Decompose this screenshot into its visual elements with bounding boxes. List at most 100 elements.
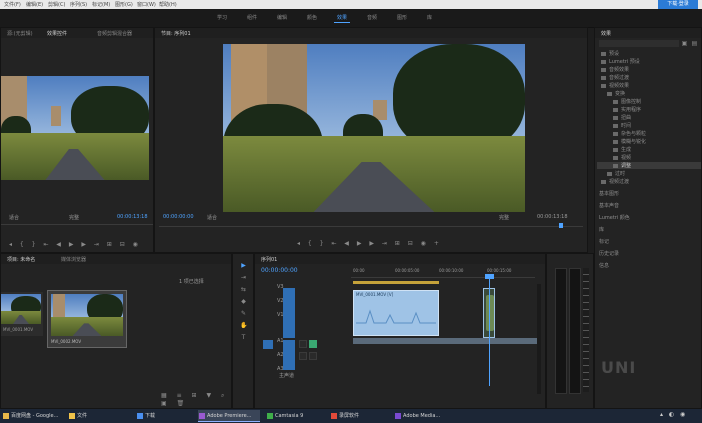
tree-item[interactable]: 预设 <box>601 50 619 57</box>
mute-button[interactable] <box>299 340 307 348</box>
work-area-bar[interactable] <box>353 281 439 284</box>
menu-marker[interactable]: 标记(M) <box>92 1 110 8</box>
tree-item[interactable]: 模糊与锐化 <box>613 138 646 145</box>
taskbar-item[interactable]: Adobe Media... <box>394 410 456 422</box>
tree-item[interactable]: 视频过渡 <box>601 178 629 185</box>
program-scrub-bar[interactable] <box>159 226 583 227</box>
menu-help[interactable]: 帮助(H) <box>159 1 177 8</box>
source-fit-select[interactable]: 适合 <box>9 214 19 221</box>
tree-item[interactable]: 实用程序 <box>613 106 641 113</box>
taskbar-item[interactable]: 百度网盘 - Google... <box>2 410 66 422</box>
tree-item[interactable]: 扭曲 <box>613 114 631 121</box>
workspace-tab[interactable]: 图形 <box>394 13 410 22</box>
menu-graphics[interactable]: 图形(G) <box>115 1 133 8</box>
razor-tool-icon[interactable]: ◆ <box>240 298 247 305</box>
tab-source[interactable]: 源:(无剪辑) <box>7 30 33 37</box>
system-tray-icons[interactable]: ▴ ◐ ◉ <box>660 411 687 418</box>
mute-button[interactable] <box>299 352 307 360</box>
track-select-tool-icon[interactable]: ⇥ <box>240 274 247 281</box>
tree-item[interactable]: 过时 <box>607 170 625 177</box>
source-transport-controls[interactable]: ◂ { } ⇤ ◀ ▶ ▶ ⇥ ⊞ ⊟ ◉ <box>9 241 141 249</box>
menu-clip[interactable]: 剪辑(C) <box>48 1 65 8</box>
tree-item-selected[interactable]: 调整 <box>597 162 701 169</box>
program-timecode[interactable]: 00:00:00:00 <box>163 214 194 220</box>
solo-button[interactable] <box>309 352 317 360</box>
timeline-ruler[interactable] <box>351 277 535 278</box>
taskbar-item[interactable]: 文件 <box>68 410 124 422</box>
master-track-label: 主声道 <box>279 373 295 379</box>
tree-item[interactable]: 图像控制 <box>613 98 641 105</box>
section-libraries[interactable]: 库 <box>599 226 604 233</box>
timeline-playhead[interactable] <box>489 276 490 386</box>
workspace-tab[interactable]: 组件 <box>244 13 260 22</box>
tab-sequence[interactable]: 序列01 <box>261 256 277 263</box>
taskbar-item[interactable]: Camtasia 9 <box>266 410 326 422</box>
tab-audio-mixer[interactable]: 音频剪辑混合器 <box>97 30 132 37</box>
program-duration: 00:00:13:18 <box>537 214 568 220</box>
section-markers[interactable]: 标记 <box>599 238 609 245</box>
taskbar-item[interactable]: 录屏软件 <box>330 410 390 422</box>
tab-media-browser[interactable]: 媒体浏览器 <box>61 256 86 263</box>
tree-item[interactable]: 杂色与颗粒 <box>613 130 646 137</box>
playhead-marker[interactable] <box>559 223 563 228</box>
tab-program[interactable]: 节目: 序列01 <box>161 30 191 37</box>
tree-item[interactable]: 视频 <box>613 154 631 161</box>
workspace-tab[interactable]: 音频 <box>364 13 380 22</box>
workspace-tab[interactable]: 库 <box>424 13 435 22</box>
audio-clip[interactable] <box>353 338 537 344</box>
program-transport-controls[interactable]: ◂ { } ⇤ ◀ ▶ ▶ ⇥ ⊞ ⊟ ◉ + <box>297 240 442 248</box>
tree-item[interactable]: Lumetri 预设 <box>601 58 640 65</box>
timeline-scrollbar[interactable] <box>537 284 541 394</box>
source-quality-select[interactable]: 完整 <box>69 214 79 221</box>
audio-meter-left <box>555 268 567 394</box>
tab-project[interactable]: 项目: 未命名 <box>7 256 35 263</box>
ripple-edit-tool-icon[interactable]: ⇆ <box>240 286 247 293</box>
clip-name: MVI_0001.MOV <box>3 327 34 332</box>
ruler-label: 00:00:10:00 <box>439 268 464 273</box>
menu-file[interactable]: 文件(F) <box>4 1 21 8</box>
hand-tool-icon[interactable]: ✋ <box>240 322 247 329</box>
timeline-timecode[interactable]: 00:00:00:00 <box>261 267 298 274</box>
section-info[interactable]: 信息 <box>599 262 609 269</box>
program-fit-select[interactable]: 适合 <box>207 214 217 221</box>
project-footer-icons[interactable]: ▦ ≡ ⊞ ▼ ⌕ ▣ 🗑 <box>161 392 231 407</box>
yuv-icon[interactable]: ▤ <box>691 40 698 47</box>
playhead-handle[interactable] <box>485 274 494 279</box>
section-history[interactable]: 历史记录 <box>599 250 619 257</box>
meter-scale <box>583 268 589 392</box>
taskbar-item-active[interactable]: Adobe Premiere... <box>198 410 260 422</box>
tree-item[interactable]: 生成 <box>613 146 631 153</box>
tree-item[interactable]: 变换 <box>607 90 625 97</box>
taskbar-item[interactable]: 下载 <box>136 410 192 422</box>
menu-edit[interactable]: 编辑(E) <box>26 1 43 8</box>
tree-item[interactable]: 视频效果 <box>601 82 629 89</box>
workspace-tab[interactable]: 编辑 <box>274 13 290 22</box>
effects-search-input[interactable] <box>599 40 679 47</box>
tree-item[interactable]: 时间 <box>613 122 631 129</box>
section-essential-graphics[interactable]: 基本图形 <box>599 190 619 197</box>
program-quality-select[interactable]: 完整 <box>499 214 509 221</box>
tree-item[interactable]: 音频效果 <box>601 66 629 73</box>
section-essential-sound[interactable]: 基本声音 <box>599 202 619 209</box>
solo-button[interactable] <box>309 340 317 348</box>
section-lumetri-color[interactable]: Lumetri 颜色 <box>599 214 630 221</box>
video-clip[interactable]: MVI_0001.MOV [V] <box>353 290 439 336</box>
source-patch-a1[interactable] <box>263 340 273 349</box>
menu-sequence[interactable]: 序列(S) <box>70 1 87 8</box>
workspace-tab[interactable]: 学习 <box>214 13 230 22</box>
tree-item[interactable]: 音频过渡 <box>601 74 629 81</box>
workspace-tab-active[interactable]: 效果 <box>334 13 351 23</box>
workspace-tab[interactable]: 颜色 <box>304 13 320 22</box>
type-tool-icon[interactable]: T <box>240 334 247 341</box>
track-target-video[interactable] <box>283 288 295 338</box>
login-button[interactable]: 下载·登录 <box>658 0 698 9</box>
pen-tool-icon[interactable]: ✎ <box>240 310 247 317</box>
selection-tool-icon[interactable]: ▶ <box>240 262 247 269</box>
clip-thumbnail-selected[interactable]: MVI_0002.MOV <box>47 290 127 348</box>
clip-thumbnail[interactable]: MVI_0001.MOV <box>1 292 43 336</box>
tab-effect-controls[interactable]: 效果控件 <box>47 30 67 37</box>
menu-window[interactable]: 窗口(W) <box>137 1 156 8</box>
track-target-audio[interactable] <box>283 340 295 370</box>
new-bin-icon[interactable]: ▣ <box>681 40 688 47</box>
source-scrub-bar[interactable] <box>1 224 153 225</box>
